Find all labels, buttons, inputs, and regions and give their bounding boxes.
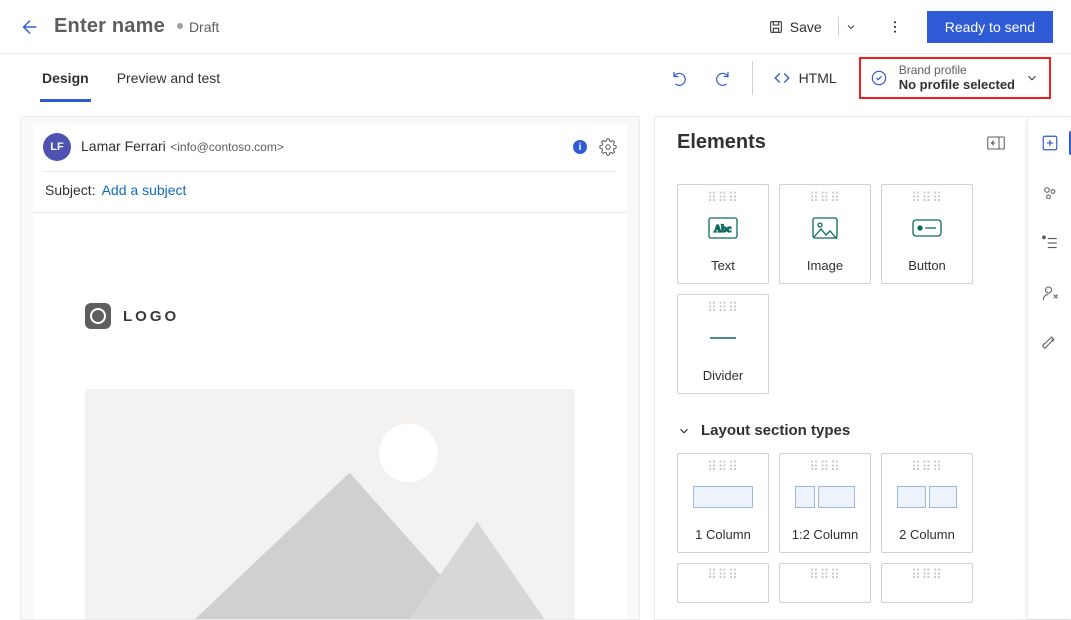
save-button[interactable]: Save (768, 17, 857, 37)
layout-section-toggle[interactable]: Layout section types (677, 422, 1019, 439)
gear-icon (869, 68, 889, 88)
status-badge: Draft (177, 19, 756, 35)
from-name[interactable]: Lamar Ferrari (81, 138, 166, 154)
brand-profile-value: No profile selected (899, 77, 1015, 93)
rail-person-add[interactable] (1036, 279, 1064, 307)
html-toggle[interactable]: HTML (773, 69, 837, 87)
subject-label: Subject: (45, 182, 96, 198)
layout-more-2[interactable]: ⠿⠿⠿ (779, 563, 871, 603)
brand-profile-dropdown[interactable]: Brand profile No profile selected (859, 57, 1051, 99)
brand-profile-label: Brand profile (899, 63, 1015, 77)
undo-button[interactable] (670, 68, 690, 88)
tab-preview[interactable]: Preview and test (115, 54, 223, 102)
layout-2-column[interactable]: ⠿⠿⠿ 2 Column (881, 453, 973, 553)
rail-list[interactable]: * (1036, 229, 1064, 257)
back-button[interactable] (18, 15, 42, 39)
chevron-down-icon (1025, 71, 1039, 85)
redo-button[interactable] (712, 68, 732, 88)
from-email: <info@contoso.com> (170, 140, 284, 154)
logo-icon (85, 303, 111, 329)
element-image[interactable]: ⠿⠿⠿ Image (779, 184, 871, 284)
save-dropdown[interactable] (838, 17, 857, 37)
rail-people[interactable] (1036, 179, 1064, 207)
layout-more-1[interactable]: ⠿⠿⠿ (677, 563, 769, 603)
element-text[interactable]: ⠿⠿⠿ Abc Text (677, 184, 769, 284)
email-canvas[interactable]: LF Lamar Ferrari <info@contoso.com> i Su… (20, 116, 640, 620)
svg-text:Abc: Abc (714, 224, 732, 235)
element-divider[interactable]: ⠿⠿⠿ Divider (677, 294, 769, 394)
image-placeholder[interactable] (85, 389, 575, 620)
rail-elements[interactable] (1036, 129, 1064, 157)
more-options-button[interactable] (879, 11, 911, 43)
ready-to-send-button[interactable]: Ready to send (927, 11, 1053, 43)
elements-panel-title: Elements (677, 131, 766, 154)
rail-brush[interactable] (1036, 329, 1064, 357)
name-input[interactable]: Enter name (54, 15, 165, 38)
expand-panel-icon[interactable] (987, 136, 1005, 150)
settings-icon[interactable] (599, 138, 617, 156)
divider (752, 61, 753, 95)
logo-block[interactable]: LOGO (85, 303, 575, 329)
svg-text:*: * (1042, 234, 1045, 243)
logo-text: LOGO (123, 308, 179, 325)
element-button[interactable]: ⠿⠿⠿ Button (881, 184, 973, 284)
layout-more-3[interactable]: ⠿⠿⠿ (881, 563, 973, 603)
tab-design[interactable]: Design (40, 54, 91, 102)
chevron-down-icon (677, 424, 691, 438)
avatar: LF (43, 133, 71, 161)
layout-1-2-column[interactable]: ⠿⠿⠿ 1:2 Column (779, 453, 871, 553)
layout-1-column[interactable]: ⠿⠿⠿ 1 Column (677, 453, 769, 553)
info-icon[interactable]: i (573, 140, 587, 154)
subject-input[interactable]: Add a subject (102, 182, 187, 198)
